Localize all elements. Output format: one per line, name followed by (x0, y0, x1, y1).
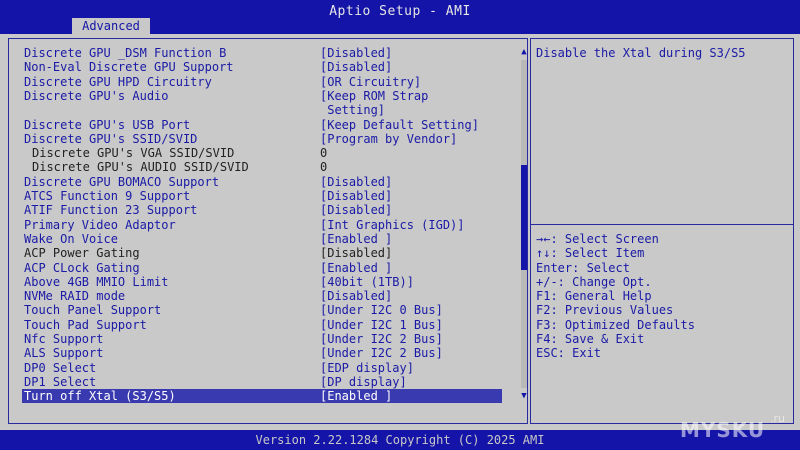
setting-label: Above 4GB MMIO Limit (24, 274, 169, 289)
setting-label: Discrete GPU's USB Port (24, 117, 191, 132)
setting-row[interactable]: ALS Support [Under I2C 2 Bus] (0, 346, 520, 360)
setting-label: Wake On Voice (24, 231, 118, 246)
scroll-thumb[interactable] (521, 164, 527, 270)
setting-row[interactable]: ACP CLock Gating [Enabled ] (0, 261, 520, 275)
setting-value: Setting] (320, 103, 386, 118)
setting-value[interactable]: [Int Graphics (IGD)] (320, 218, 465, 232)
scroll-down-arrow-icon[interactable]: ▼ (519, 390, 529, 402)
setting-row[interactable]: Wake On Voice [Enabled ] (0, 232, 520, 246)
setting-label: Discrete GPU BOMACO Support (24, 174, 220, 189)
key-hint: F1: General Help (536, 289, 652, 304)
setting-row[interactable]: Above 4GB MMIO Limit [40bit (1TB)] (0, 275, 520, 289)
setting-value[interactable]: [Disabled] (320, 175, 392, 189)
setting-label: ATCS Function 9 Support (24, 189, 191, 203)
setting-row[interactable]: Discrete GPU's SSID/SVID [Program by Vend… (0, 132, 520, 146)
setting-value[interactable]: [Under I2C 2 Bus] (320, 332, 443, 346)
setting-value[interactable]: 0 (320, 160, 327, 174)
setting-value[interactable]: [EDP display] (320, 361, 414, 375)
setting-label: Discrete GPU's SSID/SVID (24, 131, 198, 146)
setting-value[interactable]: [Program by Vendor] (320, 132, 457, 146)
setting-label: ATIF Function 23 Support (24, 203, 198, 218)
setting-row[interactable]: Non-Eval Discrete GPU Support [Disabled] (0, 60, 520, 74)
setting-value[interactable]: [Disabled] (320, 203, 392, 217)
setting-value[interactable]: 0 (320, 146, 327, 160)
help-panel (530, 38, 794, 424)
setting-value[interactable]: [Disabled] (320, 189, 392, 203)
setting-label: NVMe RAID mode (24, 289, 126, 304)
setting-value[interactable]: [Disabled] (320, 46, 392, 60)
setting-label: ACP CLock Gating (24, 260, 140, 275)
setting-row[interactable]: ATCS Function 9 Support [Disabled] (0, 189, 520, 203)
setting-value[interactable]: [Enabled ] (320, 232, 392, 246)
setting-row: Setting] (0, 103, 520, 117)
setting-label: Discrete GPU _DSM Function B (24, 46, 227, 60)
key-legend: →←: Select Screen ↑↓: Select Item Enter: S… (536, 232, 786, 361)
key-hint: ↑↓: Select Item (536, 246, 645, 261)
setting-label: Discrete GPU's Audio (24, 88, 169, 103)
key-hint: F4: Save & Exit (536, 332, 645, 347)
setting-label: DP1 Select (24, 374, 97, 389)
setting-row[interactable]: ACP Power Gating [Disabled] (0, 246, 520, 260)
setting-label: Touch Panel Support (24, 303, 162, 318)
setting-value[interactable]: [Disabled] (320, 246, 392, 260)
setting-label: ACP Power Gating (24, 246, 140, 261)
setting-label: Touch Pad Support (24, 317, 147, 332)
app-title: Aptio Setup - AMI (329, 4, 471, 19)
scroll-track[interactable] (521, 60, 527, 388)
setting-value[interactable]: [40bit (1TB)] (320, 275, 414, 289)
help-description: Disable the Xtal during S3/S5 (536, 46, 746, 60)
setting-row[interactable]: ATIF Function 23 Support [Disabled] (0, 203, 520, 217)
setting-value[interactable]: [Under I2C 0 Bus] (320, 303, 443, 317)
setting-row-selected[interactable]: Turn off Xtal (S3/S5) [Enabled ] (0, 389, 520, 404)
setting-label: Discrete GPU's AUDIO SSID/SVID (32, 160, 249, 175)
setting-label: Non-Eval Discrete GPU Support (24, 60, 234, 75)
setting-row[interactable]: Discrete GPU HPD Circuitry [OR Circuitry] (0, 75, 520, 89)
help-divider (531, 224, 793, 225)
key-hint: +/-: Change Opt. (536, 274, 652, 289)
setting-value[interactable]: [Enabled ] (320, 389, 392, 403)
setting-row[interactable]: Touch Panel Support [Under I2C 0 Bus] (0, 303, 520, 317)
setting-row[interactable]: DP0 Select [EDP display] (0, 361, 520, 375)
setting-label: Primary Video Adaptor (24, 217, 176, 232)
setting-value[interactable]: [Under I2C 2 Bus] (320, 346, 443, 360)
setting-value[interactable]: [DP display] (320, 375, 407, 389)
key-hint: ESC: Exit (536, 346, 602, 361)
watermark-logo: MYSKU (680, 418, 766, 442)
setting-row[interactable]: Discrete GPU _DSM Function B [Disabled] (0, 46, 520, 60)
setting-row[interactable]: Discrete GPU's Audio [Keep ROM Strap (0, 89, 520, 103)
setting-value[interactable]: [Enabled ] (320, 261, 392, 275)
setting-row[interactable]: Primary Video Adaptor [Int Graphics (IGD)… (0, 218, 520, 232)
watermark-suffix: .ru (770, 412, 785, 425)
setting-value[interactable]: [Disabled] (320, 60, 392, 74)
setting-label: ALS Support (24, 346, 104, 361)
setting-value[interactable]: [OR Circuitry] (320, 75, 421, 89)
setting-value[interactable]: [Keep Default Setting] (320, 118, 479, 132)
scrollbar[interactable]: ▲ ▼ (519, 46, 529, 402)
setting-value[interactable]: [Keep ROM Strap (320, 89, 428, 103)
setting-row[interactable]: Touch Pad Support [Under I2C 1 Bus] (0, 318, 520, 332)
tab-advanced[interactable]: Advanced (72, 18, 150, 34)
setting-row[interactable]: Nfc Support [Under I2C 2 Bus] (0, 332, 520, 346)
setting-value[interactable]: [Under I2C 1 Bus] (320, 318, 443, 332)
key-hint: F2: Previous Values (536, 303, 674, 318)
setting-label: DP0 Select (24, 360, 97, 375)
key-hint: Enter: Select (536, 260, 630, 275)
setting-row[interactable]: DP1 Select [DP display] (0, 375, 520, 389)
setting-row[interactable]: Discrete GPU BOMACO Support [Disabled] (0, 175, 520, 189)
setting-label: Discrete GPU HPD Circuitry (24, 74, 212, 89)
setting-label: Nfc Support (24, 332, 104, 346)
scroll-up-arrow-icon[interactable]: ▲ (519, 46, 529, 58)
setting-row[interactable]: NVMe RAID mode [Disabled] (0, 289, 520, 303)
setting-label: Discrete GPU's VGA SSID/SVID (32, 146, 235, 161)
setting-row[interactable]: Discrete GPU's VGA SSID/SVID 0 (0, 146, 520, 160)
setting-label: Turn off Xtal (S3/S5) (24, 389, 176, 404)
setting-value[interactable]: [Disabled] (320, 289, 392, 303)
setting-row[interactable]: Discrete GPU's AUDIO SSID/SVID 0 (0, 160, 520, 174)
setting-row[interactable]: Discrete GPU's USB Port [Keep Default Set… (0, 118, 520, 132)
key-hint: →←: Select Screen (536, 232, 659, 246)
key-hint: F3: Optimized Defaults (536, 317, 695, 332)
